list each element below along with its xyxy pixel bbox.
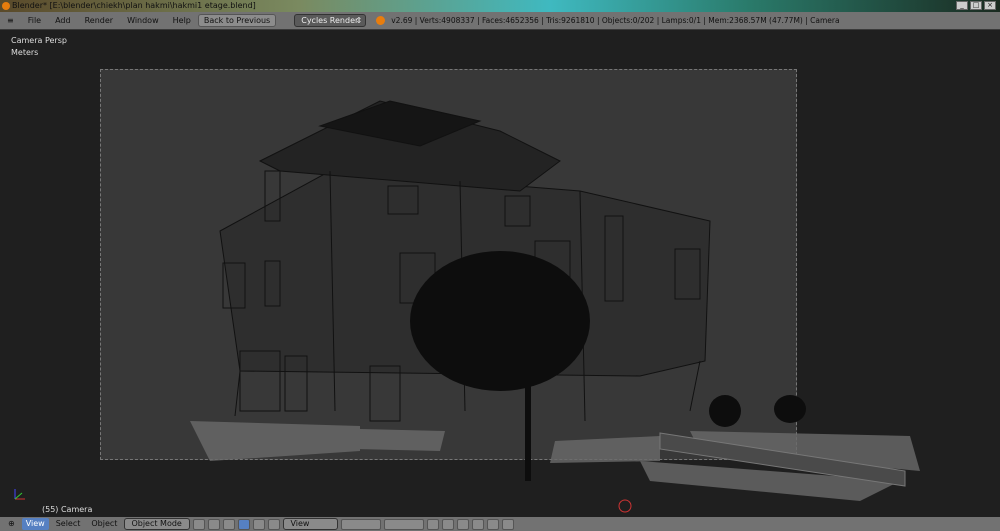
- blender-icon: [376, 16, 386, 25]
- house-wireframe: [14, 100, 920, 513]
- window-title: Blender* [E:\blender\chiekh\plan hakmi\h…: [12, 1, 256, 10]
- shading-icon[interactable]: [193, 518, 206, 530]
- lock-layers-icon[interactable]: [427, 518, 440, 530]
- render-engine-label: Cycles Render: [301, 16, 359, 25]
- translate-icon[interactable]: [238, 518, 251, 530]
- maximize-button[interactable]: □: [970, 1, 982, 10]
- menu-help[interactable]: Help: [166, 16, 198, 25]
- info-header: ≡ File Add Render Window Help Back to Pr…: [0, 12, 1000, 30]
- mode-label: Object Mode: [131, 519, 182, 528]
- snap-target-icon[interactable]: [472, 518, 485, 530]
- menu-window[interactable]: Window: [120, 16, 166, 25]
- close-button[interactable]: ×: [984, 1, 996, 10]
- pivot-icon[interactable]: [208, 518, 221, 530]
- 3d-cursor-icon: [618, 499, 632, 513]
- layers-icon[interactable]: [341, 518, 382, 530]
- viewport-header: ⊕ View Select Object Object Mode View: [0, 517, 1000, 531]
- menu-select[interactable]: Select: [52, 518, 85, 530]
- editor-type-icon[interactable]: ≡: [0, 16, 21, 25]
- editor-type-icon[interactable]: ⊕: [4, 518, 19, 530]
- render-icon[interactable]: [487, 518, 500, 530]
- menu-object[interactable]: Object: [87, 518, 121, 530]
- menu-file[interactable]: File: [21, 16, 48, 25]
- menu-view[interactable]: View: [21, 518, 49, 530]
- axis-gizmo-icon: [14, 489, 25, 500]
- scene-stats: v2.69 | Verts:4908337 | Faces:4652356 | …: [391, 16, 840, 25]
- minimize-button[interactable]: _: [956, 1, 968, 10]
- blender-logo-icon: [2, 2, 10, 10]
- menu-render[interactable]: Render: [78, 16, 120, 25]
- render-engine-select[interactable]: Cycles Render ⇕: [294, 14, 367, 27]
- object-info: (55) Camera: [42, 505, 93, 514]
- menu-add[interactable]: Add: [48, 16, 78, 25]
- rotate-icon[interactable]: [253, 518, 266, 530]
- back-to-previous-button[interactable]: Back to Previous: [197, 14, 277, 27]
- 3d-viewport[interactable]: Camera Persp Meters (55) Camera: [0, 31, 1000, 517]
- render-anim-icon[interactable]: [502, 518, 515, 530]
- scale-icon[interactable]: [268, 518, 281, 530]
- orientation-label: View: [290, 519, 310, 528]
- manipulator-toggle-icon[interactable]: [223, 518, 236, 530]
- orientation-select[interactable]: View: [283, 518, 339, 530]
- proportional-edit-icon[interactable]: [442, 518, 455, 530]
- mode-select[interactable]: Object Mode: [124, 518, 191, 530]
- layers2-icon[interactable]: [384, 518, 425, 530]
- window-titlebar: Blender* [E:\blender\chiekh\plan hakmi\h…: [0, 0, 1000, 12]
- updown-icon: ⇕: [355, 16, 363, 25]
- snap-icon[interactable]: [457, 518, 470, 530]
